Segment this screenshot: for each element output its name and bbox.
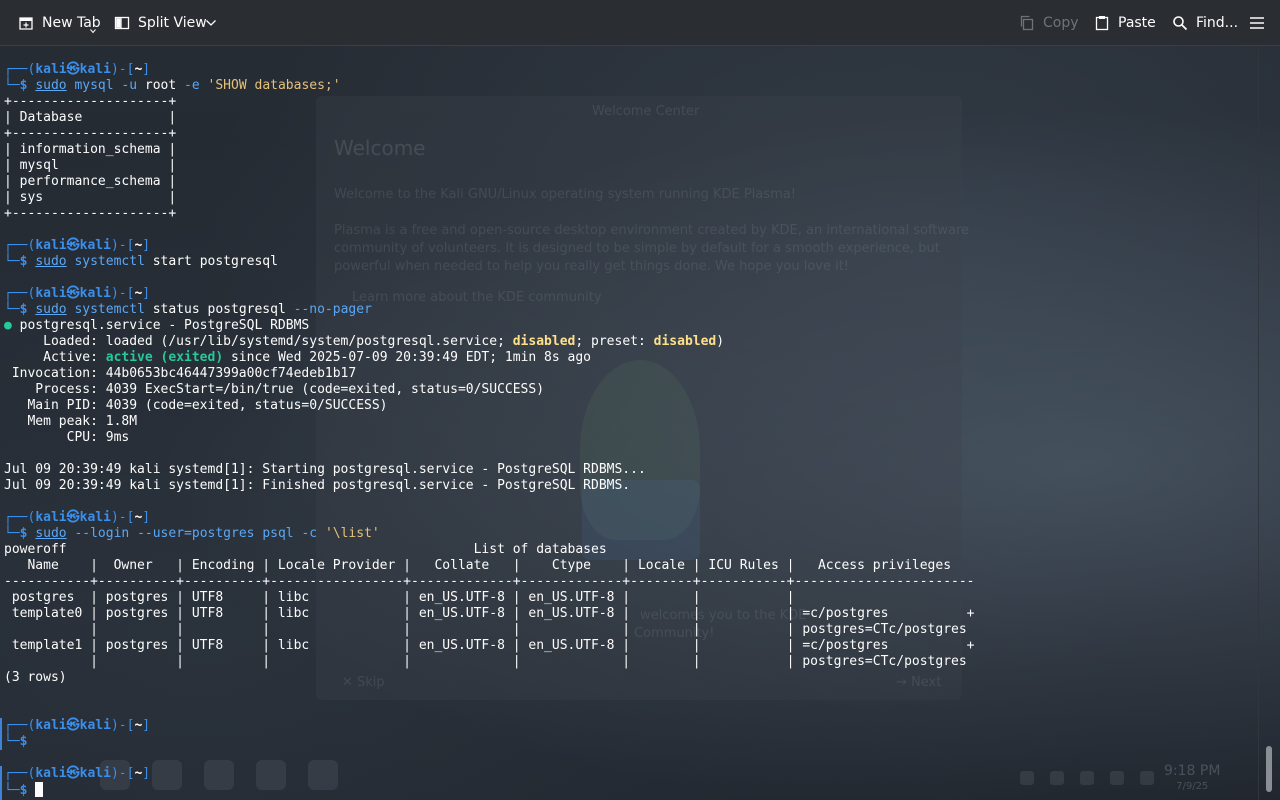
find-label: Find... [1196,14,1239,31]
prompt-line: ┌──(kali㉿kali)-[~] [4,510,151,525]
prompt-line: ┌──(kali㉿kali)-[~] [4,286,151,301]
output-line: +--------------------+ [4,94,177,109]
terminal-scrollbar-thumb[interactable] [1266,746,1272,792]
command-line: └─$ sudo systemctl status postgresql --n… [4,302,372,317]
current-command-line[interactable]: └─$ [4,782,44,798]
prompt-line: ┌──(kali㉿kali)-[~] [4,238,151,253]
output-line: | performance_schema | [4,174,177,189]
paste-label: Paste [1118,14,1156,31]
service-loaded-line: Loaded: loaded (/usr/lib/systemd/system/… [4,334,725,349]
split-view-icon [114,16,130,29]
split-view-dropdown[interactable] [205,0,225,45]
output-line: | mysql | [4,158,177,173]
new-tab-icon [19,16,33,30]
output-line: (3 rows) [4,670,67,685]
search-icon [1173,15,1188,30]
copy-label: Copy [1043,14,1079,31]
output-line: Process: 4039 ExecStart=/bin/true (code=… [4,382,545,397]
table-row: | | | | | | | | postgres=CTc/postgres [4,622,967,637]
new-tab-button[interactable]: New Tab [18,0,101,45]
table-row: | | | | | | | | postgres=CTc/postgres [4,654,967,669]
output-line: Main PID: 4039 (code=exited, status=0/SU… [4,398,388,413]
command-line: └─$ [4,734,28,749]
log-line: Jul 09 20:39:49 kali systemd[1]: Finishe… [4,478,631,493]
prompt-line: ┌──(kali㉿kali)-[~] [4,766,151,781]
split-view-label: Split View [138,14,207,31]
log-line: Jul 09 20:39:49 kali systemd[1]: Startin… [4,462,646,477]
copy-button[interactable]: Copy [1019,0,1079,45]
table-row: postgres | postgres | UTF8 | libc | en_U… [4,590,795,605]
table-header: Name | Owner | Encoding | Locale Provide… [4,558,952,573]
prompt-line: ┌──(kali㉿kali)-[~] [4,62,151,77]
service-active-line: Active: active (exited) since Wed 2025-0… [4,350,592,365]
table-separator: -----------+----------+----------+------… [4,574,975,589]
output-line: Mem peak: 1.8M [4,414,138,429]
command-line: └─$ sudo --login --user=postgres psql -c… [4,526,380,541]
chevron-down-icon [206,19,216,26]
output-line: +--------------------+ [4,126,177,141]
prompt-line: ┌──(kali㉿kali)-[~] [4,718,151,733]
prompt-marker [0,766,2,800]
output-line: | Database | [4,110,177,125]
terminal-scrollbar[interactable] [1260,46,1280,800]
table-title: List of databases [4,542,607,557]
hamburger-menu-icon [1250,16,1264,29]
split-view-button[interactable]: Split View [114,0,207,45]
text-cursor [35,782,44,797]
terminal-view[interactable]: ┌──(kali㉿kali)-[~] └─$ sudo mysql -u roo… [0,46,1258,800]
output-line: | sys | [4,190,177,205]
terminal-right-border [1258,46,1259,800]
new-tab-dropdown-icon[interactable] [90,28,96,34]
find-button[interactable]: Find... [1172,0,1238,45]
output-line: +--------------------+ [4,206,177,221]
output-line: Invocation: 44b0653bc46447399a00cf74edeb… [4,366,357,381]
table-row: template1 | postgres | UTF8 | libc | en_… [4,638,975,653]
service-status-line: ● postgresql.service - PostgreSQL RDBMS [4,318,310,333]
command-line: └─$ sudo systemctl start postgresql [4,254,278,269]
prompt-marker [0,718,2,750]
output-line: | information_schema | [4,142,177,157]
output-line: CPU: 9ms [4,430,130,445]
hamburger-menu-button[interactable] [1249,0,1273,45]
copy-icon [1020,15,1034,30]
paste-button[interactable]: Paste [1094,0,1156,45]
paste-icon [1095,15,1109,30]
konsole-toolbar: New Tab Split View Copy Paste Find... [0,0,1280,46]
command-line: └─$ sudo mysql -u root -e 'SHOW database… [4,78,341,93]
table-row: template0 | postgres | UTF8 | libc | en_… [4,606,975,621]
